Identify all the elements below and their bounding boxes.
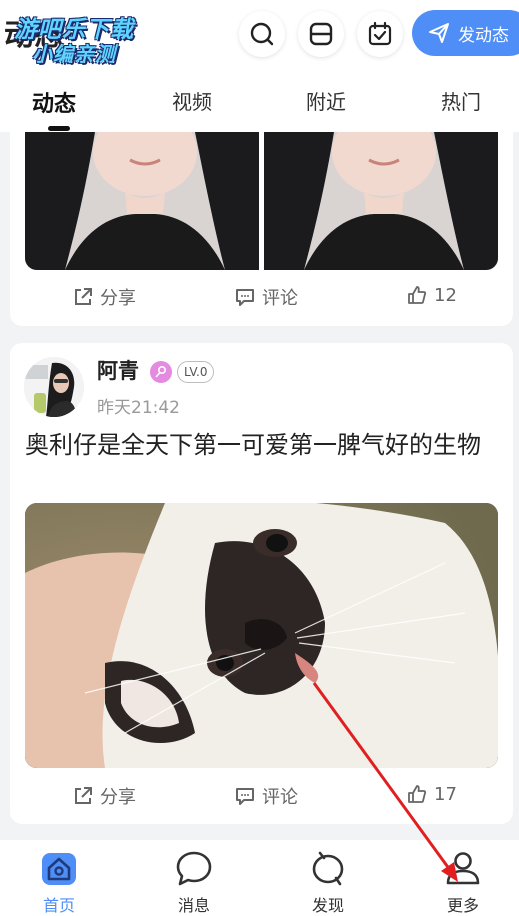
nav-more[interactable]: 更多 <box>423 848 503 916</box>
post-card[interactable]: 阿青 LV.0 昨天21:42 奥利仔是全天下第一可爱第一脾气好的生物 分享 评… <box>10 343 513 824</box>
home-icon <box>42 853 76 885</box>
post-card[interactable]: 分享 评论 12 <box>10 132 513 326</box>
post-image[interactable] <box>25 132 259 270</box>
like-button[interactable]: 17 <box>406 783 457 805</box>
watermark-logo: 游吧乐下载 小编亲测 <box>14 6 154 66</box>
like-button[interactable]: 12 <box>406 284 457 306</box>
feed-tabs: 动态 视频 附近 热门 <box>0 80 519 132</box>
portrait-photo <box>264 132 498 270</box>
level-badge: LV.0 <box>177 361 215 383</box>
nav-discover[interactable]: 发现 <box>288 848 368 916</box>
post-text: 奥利仔是全天下第一可爱第一脾气好的生物 <box>25 431 481 459</box>
nav-discover-label: 发现 <box>311 896 344 915</box>
send-icon <box>429 23 449 43</box>
comment-icon <box>236 289 254 306</box>
scan-icon <box>309 22 333 46</box>
author-name[interactable]: 阿青 <box>97 355 139 385</box>
tab-video[interactable]: 视频 <box>172 86 212 115</box>
comment-button[interactable]: 评论 <box>234 783 298 809</box>
search-icon <box>250 22 274 46</box>
thumbs-up-icon <box>408 286 427 304</box>
nav-messages-label: 消息 <box>177 896 210 915</box>
profile-icon <box>446 852 480 885</box>
post-image[interactable] <box>25 503 498 768</box>
share-label: 分享 <box>100 787 136 808</box>
share-button[interactable]: 分享 <box>72 284 136 310</box>
top-bar: 动态 游吧乐下载 小编亲测 发动态 动态 视频 附近 热门 <box>0 0 519 132</box>
post-image[interactable] <box>264 132 498 270</box>
calendar-check-icon <box>368 21 392 46</box>
share-icon <box>75 288 92 305</box>
tab-nearby[interactable]: 附近 <box>306 86 346 115</box>
comment-label: 评论 <box>262 787 298 808</box>
tab-hot[interactable]: 热门 <box>441 86 481 115</box>
search-button[interactable] <box>239 11 285 57</box>
post-time: 昨天21:42 <box>97 398 180 418</box>
like-count: 17 <box>434 783 457 805</box>
watermark-line-2: 小编亲测 <box>32 42 116 66</box>
nav-home[interactable]: 首页 <box>19 848 99 916</box>
discover-icon <box>312 851 344 886</box>
member-badge-icon <box>150 361 172 383</box>
check-in-button[interactable] <box>357 11 403 57</box>
thumbs-up-icon <box>408 785 427 803</box>
share-label: 分享 <box>100 288 136 309</box>
nav-messages[interactable]: 消息 <box>154 848 234 916</box>
portrait-photo <box>25 132 259 270</box>
cat-photo <box>25 503 498 768</box>
avatar[interactable] <box>24 357 84 417</box>
post-actions: 分享 评论 12 <box>10 284 513 320</box>
avatar-image <box>24 357 84 417</box>
comment-icon <box>236 788 254 805</box>
share-icon <box>75 787 92 804</box>
bottom-nav: 首页 消息 发现 更多 <box>0 840 519 916</box>
scan-button[interactable] <box>298 11 344 57</box>
tab-dynamic[interactable]: 动态 <box>32 86 76 118</box>
tab-indicator <box>48 126 70 131</box>
post-button-label: 发动态 <box>458 25 509 46</box>
message-icon <box>176 851 212 886</box>
post-dynamic-button[interactable]: 发动态 <box>412 10 519 56</box>
nav-more-label: 更多 <box>446 896 479 915</box>
nav-home-label: 首页 <box>42 896 75 915</box>
like-count: 12 <box>434 284 457 306</box>
comment-button[interactable]: 评论 <box>234 284 298 310</box>
post-actions: 分享 评论 17 <box>10 783 513 819</box>
comment-label: 评论 <box>262 288 298 309</box>
share-button[interactable]: 分享 <box>72 783 136 809</box>
